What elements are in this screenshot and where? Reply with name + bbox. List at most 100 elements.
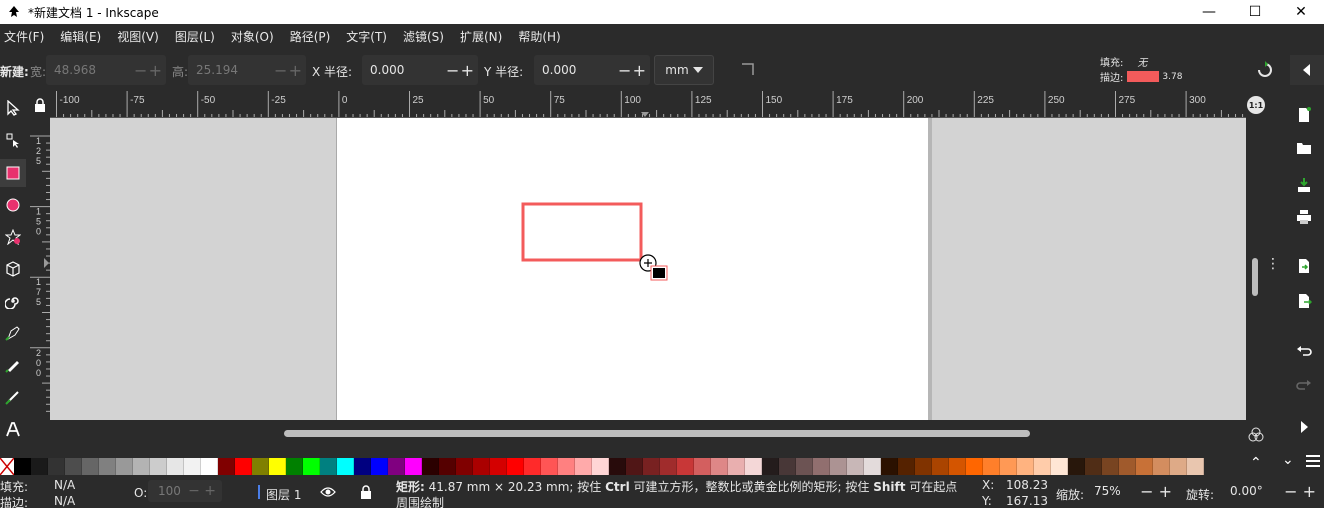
palette-swatch[interactable] — [711, 458, 728, 475]
current-layer[interactable]: 图层 1 — [266, 486, 301, 503]
palette-swatch[interactable] — [1068, 458, 1085, 475]
more-commands-button[interactable] — [1292, 415, 1316, 439]
palette-swatch[interactable] — [252, 458, 269, 475]
palette-swatch[interactable] — [1119, 458, 1136, 475]
palette-swatch[interactable] — [830, 458, 847, 475]
new-document-button[interactable] — [1292, 103, 1316, 127]
color-managed-toggle[interactable] — [1248, 427, 1264, 446]
3d-box-tool[interactable] — [0, 255, 26, 283]
palette-swatch[interactable] — [439, 458, 456, 475]
palette-swatch[interactable] — [337, 458, 354, 475]
minimize-button[interactable]: — — [1186, 0, 1232, 24]
palette-swatch[interactable] — [983, 458, 1000, 475]
palette-swatch[interactable] — [320, 458, 337, 475]
plus-icon[interactable]: + — [633, 61, 646, 80]
palette-swatch[interactable] — [1136, 458, 1153, 475]
palette-swatch[interactable] — [303, 458, 320, 475]
import-button[interactable] — [1292, 254, 1316, 278]
reset-corners-icon[interactable] — [740, 61, 756, 80]
palette-swatch[interactable] — [82, 458, 99, 475]
collapse-panel-button[interactable] — [1290, 55, 1324, 85]
node-tool[interactable] — [0, 126, 26, 154]
palette-swatch[interactable] — [286, 458, 303, 475]
menu-help[interactable]: 帮助(H) — [518, 28, 568, 45]
pen-tool[interactable] — [0, 319, 26, 347]
palette-swatch[interactable] — [643, 458, 660, 475]
palette-swatch[interactable] — [388, 458, 405, 475]
undo-button[interactable] — [1292, 339, 1316, 363]
palette-scroll-down-icon[interactable]: ⌄ — [1282, 452, 1294, 468]
no-paint-swatch[interactable] — [0, 457, 15, 476]
selector-tool[interactable] — [0, 94, 26, 122]
menu-path[interactable]: 路径(P) — [290, 28, 339, 45]
palette-swatch[interactable] — [405, 458, 422, 475]
palette-swatch[interactable] — [864, 458, 881, 475]
rectangle-tool[interactable] — [0, 159, 26, 187]
palette-swatch[interactable] — [1102, 458, 1119, 475]
minus-icon[interactable]: − — [446, 61, 459, 80]
minus-icon[interactable]: − — [274, 61, 287, 80]
menu-object[interactable]: 对象(O) — [231, 28, 282, 45]
zoom-1-1-button[interactable]: 1:1 — [1247, 96, 1265, 114]
palette-swatch[interactable] — [779, 458, 796, 475]
palette-swatch[interactable] — [1000, 458, 1017, 475]
palette-swatch[interactable] — [575, 458, 592, 475]
menu-extensions[interactable]: 扩展(N) — [460, 28, 510, 45]
palette-swatch[interactable] — [728, 458, 745, 475]
palette-swatch[interactable] — [1017, 458, 1034, 475]
palette-swatch[interactable] — [660, 458, 677, 475]
stroke-swatch[interactable] — [1127, 71, 1160, 82]
palette-scroll-up-icon[interactable]: ⌃ — [1250, 455, 1262, 471]
palette-swatch[interactable] — [235, 458, 252, 475]
open-button[interactable] — [1292, 136, 1316, 160]
palette-swatch[interactable] — [524, 458, 541, 475]
palette-swatch[interactable] — [422, 458, 439, 475]
palette-swatch[interactable] — [490, 458, 507, 475]
pencil-tool[interactable] — [0, 351, 26, 379]
palette-swatch[interactable] — [1034, 458, 1051, 475]
palette-swatch[interactable] — [473, 458, 490, 475]
print-button[interactable] — [1292, 205, 1316, 229]
canvas[interactable] — [50, 118, 1246, 420]
maximize-button[interactable]: ☐ — [1232, 0, 1278, 24]
opacity-stepper-icon[interactable]: − + — [188, 483, 222, 499]
palette-swatch[interactable] — [592, 458, 609, 475]
menu-text[interactable]: 文字(T) — [346, 28, 395, 45]
palette-swatch[interactable] — [1051, 458, 1068, 475]
vertical-scrollbar-thumb[interactable] — [1252, 258, 1258, 296]
palette-swatch[interactable] — [184, 458, 201, 475]
palette-swatch[interactable] — [371, 458, 388, 475]
guide-lock-button[interactable] — [30, 91, 50, 118]
palette-swatch[interactable] — [745, 458, 762, 475]
palette-swatch[interactable] — [456, 458, 473, 475]
rotate-icon[interactable] — [1256, 61, 1274, 82]
more-options-icon[interactable]: ⋮ — [1266, 257, 1280, 271]
spiral-tool[interactable] — [0, 287, 26, 315]
palette-swatch[interactable] — [847, 458, 864, 475]
palette-swatch[interactable] — [558, 458, 575, 475]
horizontal-scrollbar-thumb[interactable] — [284, 430, 1030, 437]
palette-swatch[interactable] — [116, 458, 133, 475]
menu-edit[interactable]: 编辑(E) — [60, 28, 109, 45]
palette-swatch[interactable] — [167, 458, 184, 475]
menu-filters[interactable]: 滤镜(S) — [403, 28, 452, 45]
fill-stroke-indicator[interactable]: 填充: 无 描边: 3.78 — [1100, 52, 1210, 88]
opacity-spinbox[interactable]: 100 − + — [148, 480, 222, 502]
plus-icon[interactable]: + — [149, 61, 162, 80]
palette-swatch[interactable] — [31, 458, 48, 475]
palette-swatch[interactable] — [48, 458, 65, 475]
plus-icon[interactable]: + — [289, 61, 302, 80]
palette-swatch[interactable] — [881, 458, 898, 475]
redo-button[interactable] — [1292, 373, 1316, 397]
palette-swatch[interactable] — [813, 458, 830, 475]
palette-swatch[interactable] — [762, 458, 779, 475]
zoom-stepper-icon[interactable]: − + — [1140, 482, 1176, 501]
rotate-spinbox[interactable]: 0.00° − + — [1222, 480, 1320, 502]
palette-swatch[interactable] — [541, 458, 558, 475]
palette-swatch[interactable] — [1187, 458, 1204, 475]
palette-swatch[interactable] — [626, 458, 643, 475]
palette-swatch[interactable] — [1085, 458, 1102, 475]
menu-view[interactable]: 视图(V) — [117, 28, 167, 45]
zoom-spinbox[interactable]: 75% − + — [1090, 480, 1176, 502]
save-button[interactable] — [1292, 173, 1316, 197]
